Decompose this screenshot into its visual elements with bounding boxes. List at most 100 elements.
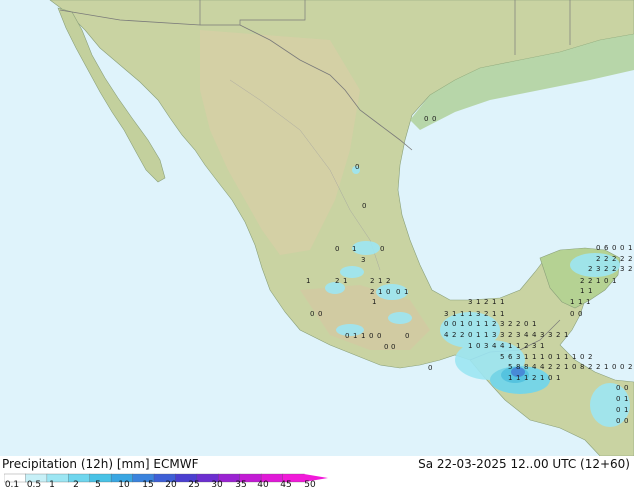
legend-tick-label: 1 (49, 480, 55, 490)
precip-value: 3 (468, 298, 472, 306)
precip-value: 4 (532, 331, 537, 339)
precip-value: 1 (556, 353, 560, 361)
precip-value: 1 (556, 374, 560, 382)
precip-value: 1 (532, 353, 536, 361)
precip-value: 0 (616, 417, 620, 425)
precip-value: 1 (352, 245, 356, 253)
valid-datetime: Sa 22-03-2025 12..00 UTC (12+60) (418, 457, 630, 471)
legend-tick-label: 25 (188, 480, 200, 490)
precip-value: 1 (468, 310, 472, 318)
precip-value: 2 (628, 255, 632, 263)
precip-value: 2 (604, 265, 608, 273)
legend-tick-label: 2 (73, 480, 79, 490)
precip-value: 1 (306, 277, 310, 285)
precip-value: 0 (377, 332, 381, 340)
precip-value: 0 (405, 332, 409, 340)
precip-value: 0 (624, 417, 628, 425)
legend-tick-label: 0.5 (26, 480, 42, 490)
precip-value: 1 (484, 331, 488, 339)
precip-value: 1 (564, 331, 568, 339)
precip-value: 0 (476, 342, 480, 350)
precip-value: 2 (588, 353, 592, 361)
precip-value: 0 (570, 310, 574, 318)
precip-value: 1 (372, 298, 376, 306)
legend-tick-label: 20 (165, 480, 177, 490)
precip-value: 0 (424, 115, 428, 123)
precip-value: 2 (532, 374, 536, 382)
legend-tick-label: 45 (280, 480, 292, 490)
precip-value: 3 (620, 265, 624, 273)
precip-value: 1 (476, 331, 480, 339)
precip-value: 0 (318, 310, 322, 318)
precip-value: 4 (492, 342, 497, 350)
precip-value: 0 (428, 364, 432, 372)
precip-value: 4 (532, 363, 537, 371)
precip-value: 0 (432, 115, 436, 123)
precip-value: 1 (378, 277, 382, 285)
precip-value: 0 (596, 244, 600, 252)
precip-value: 1 (343, 277, 347, 285)
precip-value: 8 (524, 363, 528, 371)
precip-value: 1 (460, 310, 464, 318)
precip-value: 0 (335, 245, 339, 253)
precip-value: 0 (468, 320, 472, 328)
precip-value: 1 (500, 298, 504, 306)
precip-value: 0 (355, 163, 359, 171)
precip-value: 1 (540, 374, 544, 382)
precip-value: 1 (484, 320, 488, 328)
precip-value: 1 (404, 288, 408, 296)
precip-value: 3 (500, 331, 504, 339)
precip-value: 3 (476, 310, 480, 318)
precip-value: 6 (508, 353, 513, 361)
precip-value: 0 (580, 353, 584, 361)
precip-value: 2 (588, 363, 592, 371)
precip-value: 0 (362, 202, 366, 210)
precip-value: 0 (369, 332, 373, 340)
precip-value: 2 (556, 331, 560, 339)
precip-value: 0 (616, 384, 620, 392)
precip-value: 3 (596, 265, 600, 273)
precip-value: 1 (492, 310, 496, 318)
precip-value: 1 (596, 277, 600, 285)
precip-value: 4 (540, 363, 545, 371)
precip-value: 0 (620, 244, 624, 252)
precip-value: 3 (516, 353, 520, 361)
precip-value: 1 (612, 277, 616, 285)
precip-value: 2 (580, 277, 584, 285)
legend-footer: Precipitation (12h) [mm] ECMWF Sa 22-03-… (0, 456, 634, 490)
precip-value: 0 (616, 406, 620, 414)
legend-tick-label: 15 (142, 480, 154, 490)
precip-value: 2 (620, 255, 624, 263)
precip-value: 0 (396, 288, 400, 296)
precipitation-map: 0 0000 1 031 2 1 2 1 22 1 0 0 110 00 1 1 0 0 00 03 1 2 1 13 1 1 1 3… (0, 0, 634, 456)
legend-tick-label: 10 (118, 480, 130, 490)
precip-value: 1 (588, 287, 592, 295)
precip-value: 5 (500, 353, 504, 361)
precip-value: 1 (586, 298, 590, 306)
precip-value: 0 (345, 332, 349, 340)
precip-value: 3 (492, 331, 496, 339)
precip-value: 0 (548, 374, 552, 382)
precip-value: 3 (361, 256, 365, 264)
precip-value: 1 (564, 363, 568, 371)
precip-value: 2 (508, 320, 512, 328)
precip-value: 8 (516, 363, 520, 371)
precip-value: 3 (516, 331, 520, 339)
precip-value: 2 (452, 331, 456, 339)
precip-value: 2 (524, 342, 528, 350)
precip-value: 3 (548, 331, 552, 339)
precip-value: 0 (548, 353, 552, 361)
legend-tick-label: 5 (95, 480, 101, 490)
precip-value: 0 (604, 277, 608, 285)
precip-value: 2 (612, 255, 616, 263)
precip-value: 1 (572, 353, 576, 361)
precip-value: 1 (452, 310, 456, 318)
legend-tick-label: 35 (235, 480, 247, 490)
precip-value: 1 (361, 332, 365, 340)
precip-value: 1 (468, 342, 472, 350)
precip-value: 1 (532, 320, 536, 328)
precip-value: 1 (580, 287, 584, 295)
precip-value: 4 (524, 331, 529, 339)
precip-value: 5 (508, 363, 512, 371)
precip-value: 2 (628, 363, 632, 371)
